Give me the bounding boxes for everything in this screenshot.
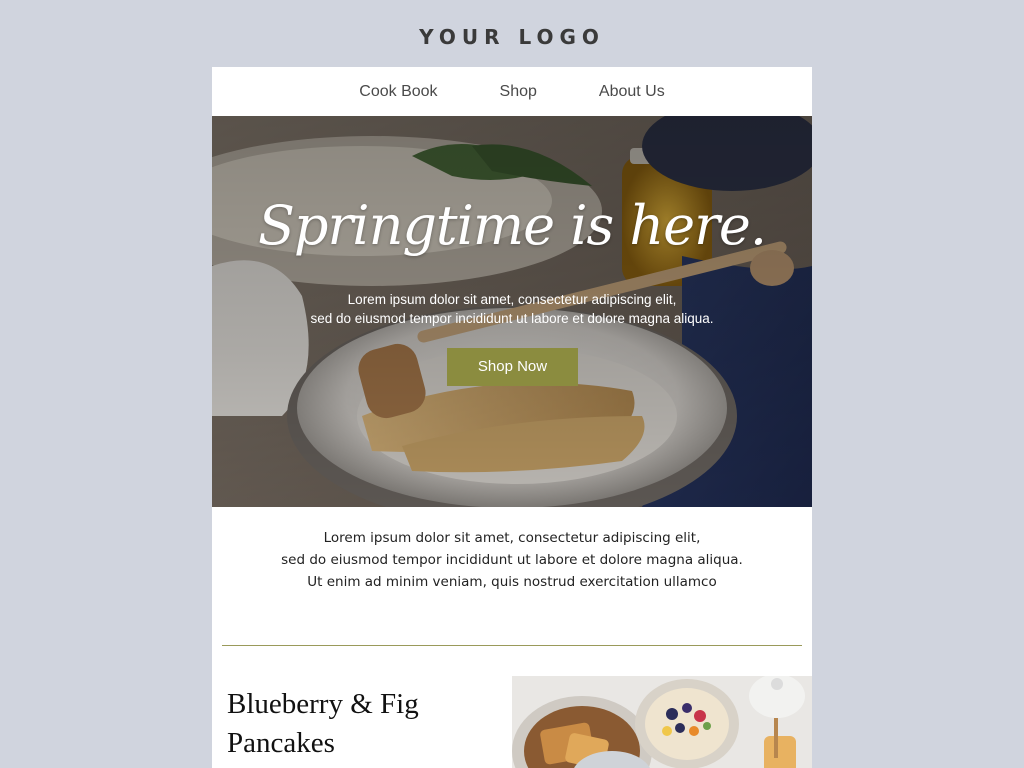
hero-title: Springtime is here.: [257, 194, 767, 257]
logo[interactable]: YOUR LOGO: [419, 25, 605, 49]
shop-now-button[interactable]: Shop Now: [447, 348, 578, 386]
recipe-image[interactable]: [512, 676, 812, 768]
recipe-title-line-2: Pancakes: [227, 727, 335, 759]
main-nav: Cook Book Shop About Us: [212, 67, 812, 116]
recipe-title[interactable]: Blueberry & Fig Pancakes: [227, 685, 487, 763]
hero-banner: Springtime is here. Lorem ipsum dolor si…: [212, 116, 812, 507]
hero-subtitle-line-2: sed do eiusmod tempor incididunt ut labo…: [310, 311, 714, 326]
intro-line-3: Ut enim ad minim veniam, quis nostrud ex…: [307, 574, 717, 590]
hero-subtitle: Lorem ipsum dolor sit amet, consectetur …: [212, 290, 812, 328]
intro-line-2: sed do eiusmod tempor incididunt ut labo…: [281, 552, 743, 568]
nav-item-about-us[interactable]: About Us: [568, 83, 696, 101]
nav-item-cook-book[interactable]: Cook Book: [328, 83, 468, 101]
hero-subtitle-line-1: Lorem ipsum dolor sit amet, consectetur …: [347, 292, 677, 307]
logo-bar: YOUR LOGO: [0, 0, 1024, 67]
intro-line-1: Lorem ipsum dolor sit amet, consectetur …: [323, 530, 701, 546]
email-container: Cook Book Shop About Us Springtime is he…: [212, 67, 812, 768]
recipe-title-line-1: Blueberry & Fig: [227, 688, 419, 720]
intro-text: Lorem ipsum dolor sit amet, consectetur …: [212, 507, 812, 593]
recipe-photo: [512, 676, 812, 768]
section-divider: [222, 645, 802, 646]
hero-content: Springtime is here. Lorem ipsum dolor si…: [212, 116, 812, 507]
nav-item-shop[interactable]: Shop: [469, 83, 568, 101]
